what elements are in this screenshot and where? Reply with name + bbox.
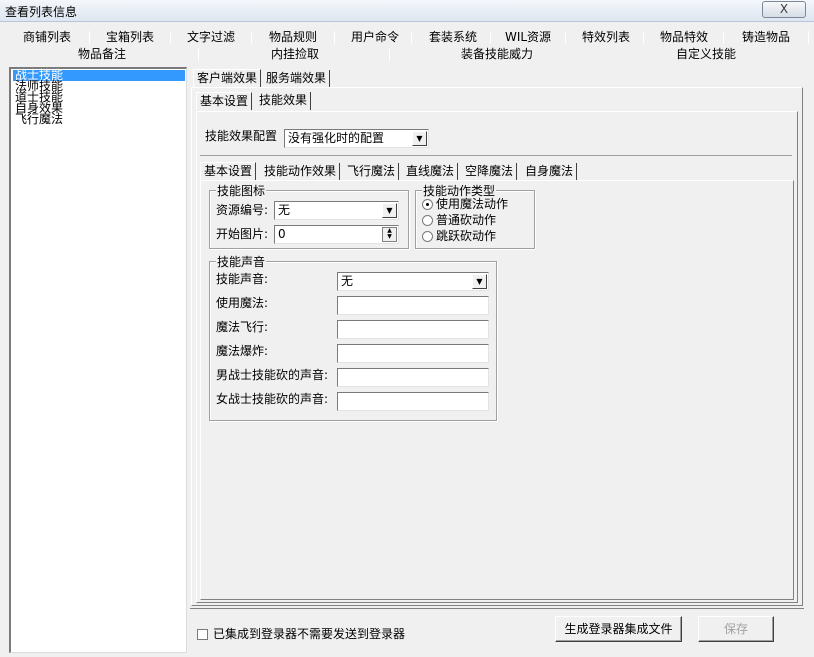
radio-normal-slash-label: 普通砍动作 [436,213,497,227]
tab-effect-line[interactable]: 直线魔法 [403,163,459,181]
tab-shop-list[interactable]: 商铺列表 [6,29,88,46]
radio-selected-dot [426,203,429,206]
tab-basic-settings[interactable]: 基本设置 [196,92,253,110]
tab-plugin-pickup[interactable]: 内挂捡取 [200,46,390,63]
skill-action-group: 技能动作类型 使用魔法动作 普通砍动作 跳跃砍动作 [415,185,535,249]
chevron-down-icon[interactable]: ▼ [412,131,427,146]
use-magic-sound-label: 使用魔法: [216,296,269,310]
effect-basic-panel: 技能图标 资源编号: 无 ▼ 开始图片: 0 ▲ ▼ 技能动作类型 使用魔法动作… [200,180,794,600]
close-button[interactable]: X [762,1,806,18]
save-button[interactable]: 保存 [698,616,774,642]
tab-wil-resources[interactable]: WIL资源 [492,29,564,46]
fly-magic-sound-input[interactable] [337,320,489,339]
female-warrior-sound-label: 女战士技能砍的声音: [216,392,329,406]
footer-bar: 已集成到登录器不需要发送到登录器 生成登录器集成文件 保存 [190,608,804,653]
tab-effect-basic[interactable]: 基本设置 [200,162,257,180]
title-bar: 查看列表信息 X [0,0,814,22]
generate-integration-file-button[interactable]: 生成登录器集成文件 [555,616,682,642]
chevron-down-icon[interactable]: ▼ [382,203,397,218]
female-warrior-sound-input[interactable] [337,392,489,411]
explode-magic-sound-input[interactable] [337,344,489,363]
radio-jump-slash[interactable] [422,231,433,242]
tab-set-system[interactable]: 套装系统 [413,29,493,46]
effect-config-label: 技能效果配置 [205,129,278,143]
skill-icon-group-title: 技能图标 [216,184,267,198]
close-icon: X [779,2,789,16]
skill-sound-label: 技能声音: [216,272,269,286]
tab-item-rules[interactable]: 物品规则 [253,29,333,46]
skill-sound-value: 无 [341,274,354,288]
tab-effect-action[interactable]: 技能动作效果 [261,163,341,181]
window-title: 查看列表信息 [5,5,78,19]
tab-custom-skills[interactable]: 自定义技能 [604,46,808,63]
skill-sound-group: 技能声音 技能声音: 无 ▼ 使用魔法: 魔法飞行: 魔法爆炸: 男战士技能砍的… [209,256,497,421]
tab-effect-airdrop[interactable]: 空降魔法 [462,163,518,181]
effect-config-select[interactable]: 没有强化时的配置 ▼ [284,129,429,148]
skill-action-group-title: 技能动作类型 [422,184,497,198]
radio-normal-slash[interactable] [422,215,433,226]
chevron-down-icon[interactable]: ▼ [472,274,487,289]
radio-use-magic-label: 使用魔法动作 [436,197,509,211]
start-image-label: 开始图片: [216,227,269,241]
integrated-checkbox-label: 已集成到登录器不需要发送到登录器 [213,627,406,641]
tab-forge-items[interactable]: 铸造物品 [725,29,807,46]
tab-server-effects[interactable]: 服务端效果 [263,70,331,88]
male-warrior-sound-label: 男战士技能砍的声音: [216,368,329,382]
start-image-value: 0 [278,227,286,241]
resource-id-label: 资源编号: [216,203,269,217]
fly-magic-sound-label: 魔法飞行: [216,320,269,334]
use-magic-sound-input[interactable] [337,296,489,315]
skill-sound-select[interactable]: 无 ▼ [337,272,489,291]
tab-user-commands[interactable]: 用户命令 [336,29,414,46]
skill-sound-group-title: 技能声音 [216,255,267,269]
start-image-spinner[interactable]: 0 ▲ ▼ [274,225,399,244]
top-tab-row-2: 物品备注 内挂捡取 装备技能威力 自定义技能 [4,46,810,63]
male-warrior-sound-input[interactable] [337,368,489,387]
tab-text-filter[interactable]: 文字过滤 [172,29,250,46]
integrated-checkbox[interactable] [197,629,208,640]
tab-client-effects[interactable]: 客户端效果 [193,69,262,87]
explode-magic-sound-label: 魔法爆炸: [216,344,269,358]
resource-id-select[interactable]: 无 ▼ [274,201,399,220]
radio-jump-slash-label: 跳跃砍动作 [436,229,497,243]
tab-effect-list[interactable]: 特效列表 [567,29,645,46]
tab-effect-flying[interactable]: 飞行魔法 [344,163,400,181]
effect-config-row: 技能效果配置 没有强化时的配置 ▼ [200,126,792,156]
skill-effects-panel: 技能效果配置 没有强化时的配置 ▼ 基本设置 技能动作效果 飞行魔法 直线魔法 … [196,111,798,603]
list-item-flying-magic[interactable]: 飞行魔法 [13,113,65,125]
tab-equip-skill-power[interactable]: 装备技能威力 [391,46,603,63]
tab-skill-effects[interactable]: 技能效果 [256,92,312,110]
tab-chest-list[interactable]: 宝箱列表 [91,29,169,46]
top-tab-row-1: 商铺列表 宝箱列表 文字过滤 物品规则 用户命令 套装系统 WIL资源 特效列表… [4,29,810,46]
skill-list[interactable]: 战士技能 法师技能 道士技能 自身效果 飞行魔法 [9,67,187,653]
effect-config-value: 没有强化时的配置 [288,131,385,145]
tab-item-effects[interactable]: 物品特效 [645,29,723,46]
skill-icon-group: 技能图标 资源编号: 无 ▼ 开始图片: 0 ▲ ▼ [209,185,409,249]
tab-item-notes[interactable]: 物品备注 [6,46,198,63]
right-panel: 客户端效果 服务端效果 基本设置 技能效果 技能效果配置 没有强化时的配置 ▼ … [190,67,804,607]
radio-use-magic[interactable] [422,199,433,210]
client-effects-panel: 基本设置 技能效果 技能效果配置 没有强化时的配置 ▼ 基本设置 技能动作效果 … [191,87,803,606]
spinner-arrows-icon[interactable]: ▲ ▼ [382,227,397,242]
resource-id-value: 无 [278,203,291,217]
tab-effect-self[interactable]: 自身魔法 [522,163,578,181]
